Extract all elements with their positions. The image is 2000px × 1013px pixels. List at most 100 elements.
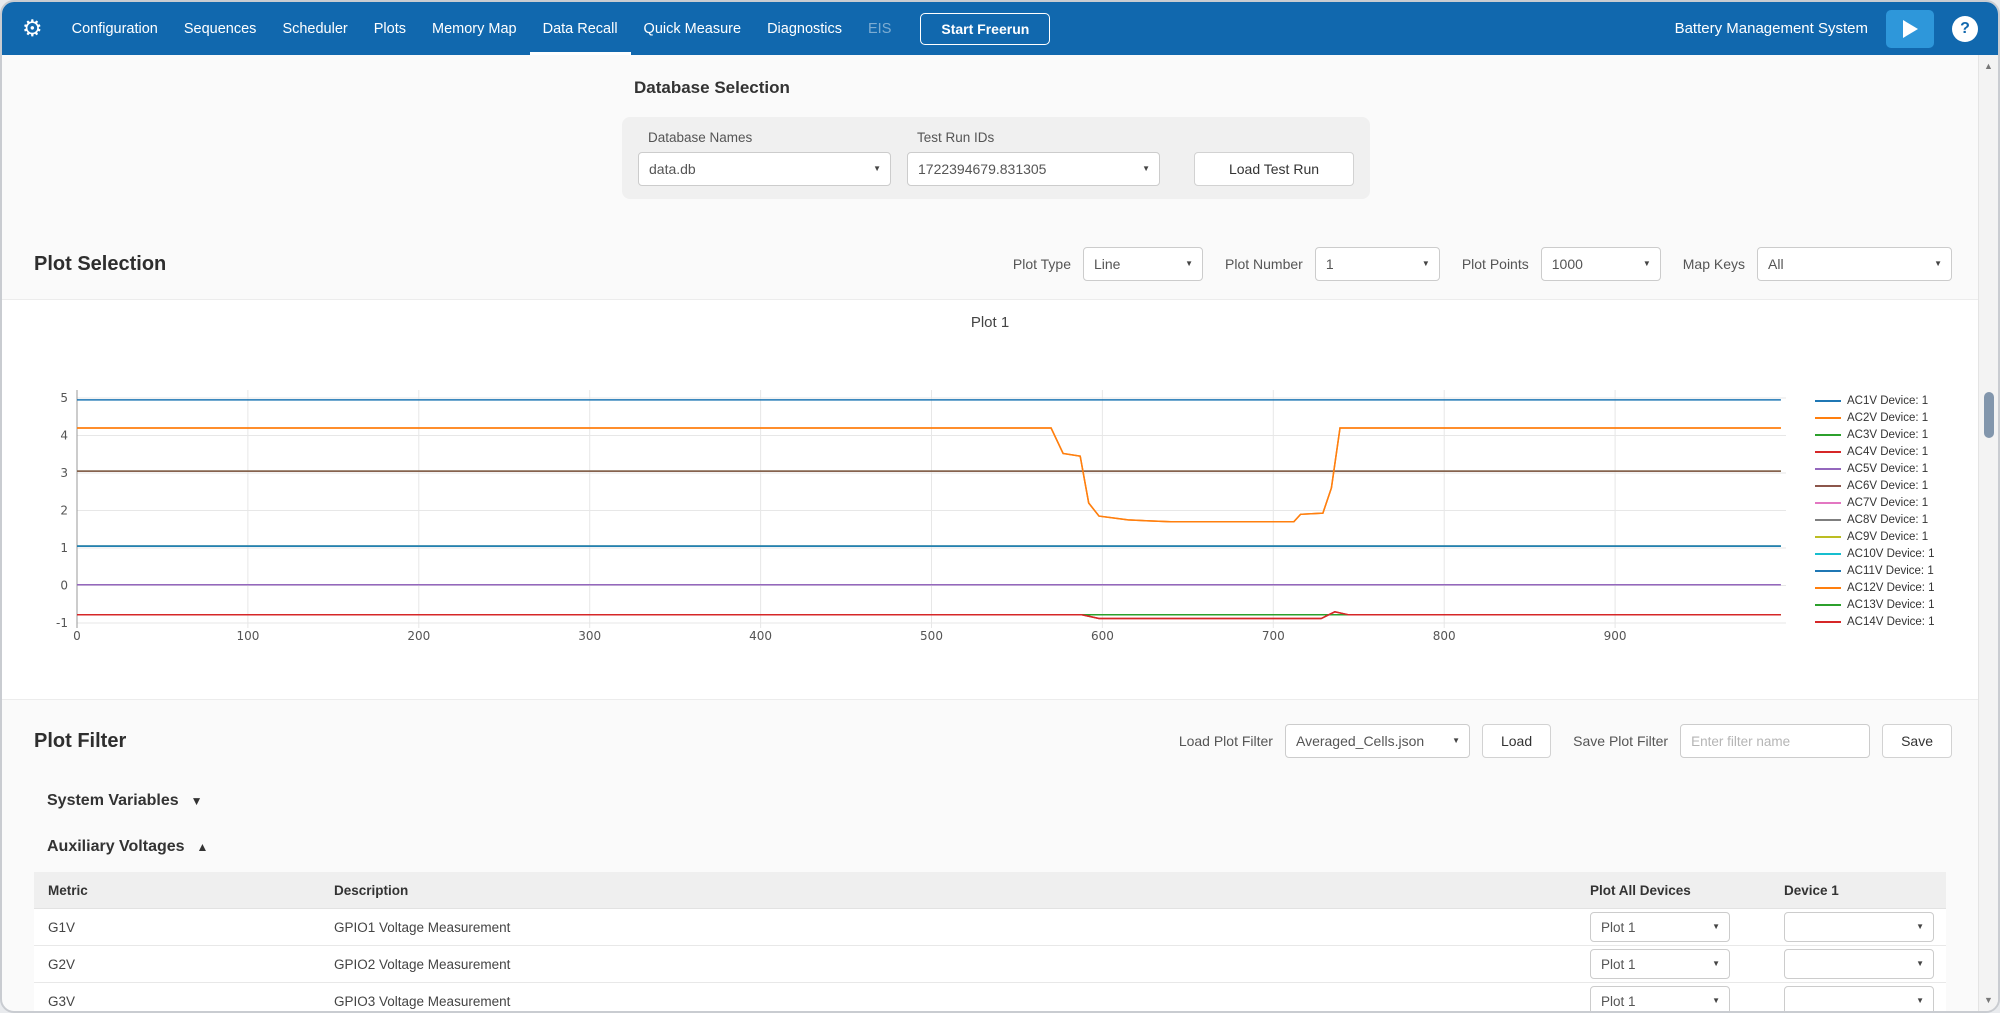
chevron-up-icon — [197, 841, 209, 853]
legend-item[interactable]: AC8V Device: 1 — [1815, 511, 1935, 528]
legend-label: AC8V Device: 1 — [1847, 514, 1928, 526]
legend-label: AC9V Device: 1 — [1847, 531, 1928, 543]
chevron-down-icon — [1422, 260, 1430, 268]
save-plot-filter-button[interactable]: Save — [1882, 724, 1952, 758]
plot-selection-bar: Plot Selection Plot Type Line Plot Numbe… — [2, 223, 1978, 299]
run-button[interactable] — [1886, 10, 1934, 48]
scrollbar-thumb[interactable] — [1984, 392, 1994, 438]
nav-item-diagnostics[interactable]: Diagnostics — [754, 2, 855, 55]
load-plot-filter-label: Load Plot Filter — [1179, 733, 1273, 749]
legend-color-line — [1815, 553, 1841, 555]
svg-text:500: 500 — [920, 629, 943, 643]
scroll-down-arrow[interactable] — [1979, 992, 1998, 1008]
svg-text:400: 400 — [749, 629, 772, 643]
legend-label: AC11V Device: 1 — [1847, 565, 1934, 577]
nav-item-plots[interactable]: Plots — [361, 2, 419, 55]
nav-item-configuration[interactable]: Configuration — [59, 2, 171, 55]
gear-icon[interactable] — [22, 17, 43, 40]
plot-type-select[interactable]: Line — [1083, 247, 1203, 281]
top-nav: Configuration Sequences Scheduler Plots … — [2, 2, 1998, 55]
svg-text:900: 900 — [1604, 629, 1627, 643]
plot-filter-bar: Plot Filter Load Plot Filter Averaged_Ce… — [2, 700, 1978, 774]
legend-label: AC14V Device: 1 — [1847, 616, 1935, 628]
nav-item-scheduler[interactable]: Scheduler — [269, 2, 360, 55]
plot-number-label: Plot Number — [1225, 256, 1303, 272]
plot-selection-title: Plot Selection — [34, 253, 166, 276]
test-run-ids-select[interactable]: 1722394679.831305 — [907, 152, 1160, 186]
scroll-up-arrow[interactable] — [1979, 58, 1998, 74]
table-row: G1V GPIO1 Voltage Measurement Plot 1 — [34, 909, 1946, 946]
legend-label: AC5V Device: 1 — [1847, 463, 1928, 475]
description-cell: GPIO1 Voltage Measurement — [320, 920, 1576, 935]
plot-all-devices-value: Plot 1 — [1601, 994, 1636, 1009]
legend-item[interactable]: AC1V Device: 1 — [1815, 392, 1935, 409]
plot-all-devices-value: Plot 1 — [1601, 920, 1636, 935]
device-1-select[interactable] — [1784, 986, 1934, 1011]
device-1-cell — [1770, 949, 1946, 979]
legend-color-line — [1815, 468, 1841, 470]
chevron-down-icon — [1452, 737, 1460, 745]
legend-item[interactable]: AC5V Device: 1 — [1815, 460, 1935, 477]
svg-text:0: 0 — [60, 579, 68, 593]
device-1-select[interactable] — [1784, 949, 1934, 979]
legend-color-line — [1815, 536, 1841, 538]
vertical-scrollbar[interactable] — [1978, 55, 1998, 1011]
description-cell: GPIO2 Voltage Measurement — [320, 957, 1576, 972]
load-plot-filter-value: Averaged_Cells.json — [1296, 733, 1424, 749]
database-names-select[interactable]: data.db — [638, 152, 891, 186]
plot-all-devices-cell: Plot 1 — [1576, 912, 1770, 942]
svg-text:4: 4 — [60, 429, 68, 443]
device-1-select[interactable] — [1784, 912, 1934, 942]
plot-points-select[interactable]: 1000 — [1541, 247, 1661, 281]
legend-item[interactable]: AC13V Device: 1 — [1815, 596, 1935, 613]
legend-item[interactable]: AC12V Device: 1 — [1815, 579, 1935, 596]
nav-item-quick-measure[interactable]: Quick Measure — [631, 2, 755, 55]
legend-item[interactable]: AC4V Device: 1 — [1815, 443, 1935, 460]
map-keys-label: Map Keys — [1683, 256, 1745, 272]
database-names-group: Database Names data.db — [638, 130, 891, 186]
database-names-value: data.db — [649, 161, 696, 177]
legend-item[interactable]: AC11V Device: 1 — [1815, 562, 1935, 579]
header-plot-all-devices: Plot All Devices — [1576, 883, 1770, 898]
plot-all-devices-select[interactable]: Plot 1 — [1590, 949, 1730, 979]
database-selection-title: Database Selection — [634, 75, 1978, 101]
map-keys-select[interactable]: All — [1757, 247, 1952, 281]
table-header-row: Metric Description Plot All Devices Devi… — [34, 872, 1946, 909]
plot-all-devices-select[interactable]: Plot 1 — [1590, 986, 1730, 1011]
map-keys-value: All — [1768, 256, 1784, 272]
plot-number-select[interactable]: 1 — [1315, 247, 1440, 281]
nav-item-data-recall[interactable]: Data Recall — [530, 2, 631, 55]
legend-item[interactable]: AC6V Device: 1 — [1815, 477, 1935, 494]
nav-item-eis[interactable]: EIS — [855, 2, 904, 55]
legend-item[interactable]: AC10V Device: 1 — [1815, 545, 1935, 562]
chevron-down-icon — [191, 795, 203, 807]
auxiliary-voltages-toggle[interactable]: Auxiliary Voltages — [47, 832, 1978, 862]
nav-item-memory-map[interactable]: Memory Map — [419, 2, 530, 55]
plot-filter-title: Plot Filter — [34, 730, 126, 753]
svg-text:700: 700 — [1262, 629, 1285, 643]
system-variables-toggle[interactable]: System Variables — [47, 784, 1978, 818]
load-plot-filter-select[interactable]: Averaged_Cells.json — [1285, 724, 1470, 758]
legend-item[interactable]: AC14V Device: 1 — [1815, 613, 1935, 630]
legend-item[interactable]: AC9V Device: 1 — [1815, 528, 1935, 545]
svg-text:5: 5 — [60, 391, 68, 405]
chart-legend: AC1V Device: 1AC2V Device: 1AC3V Device:… — [1815, 392, 1935, 630]
chevron-down-icon — [1916, 960, 1924, 968]
auxiliary-voltages-table: Metric Description Plot All Devices Devi… — [34, 872, 1946, 1011]
legend-item[interactable]: AC2V Device: 1 — [1815, 409, 1935, 426]
metric-cell: G1V — [34, 920, 320, 935]
load-test-run-button[interactable]: Load Test Run — [1194, 152, 1354, 186]
legend-item[interactable]: AC3V Device: 1 — [1815, 426, 1935, 443]
nav-item-sequences[interactable]: Sequences — [171, 2, 270, 55]
help-icon[interactable] — [1952, 16, 1978, 42]
load-plot-filter-button[interactable]: Load — [1482, 724, 1551, 758]
legend-color-line — [1815, 604, 1841, 606]
save-plot-filter-input[interactable] — [1680, 724, 1870, 758]
start-freerun-button[interactable]: Start Freerun — [920, 13, 1050, 45]
plot-filter-controls: Load Plot Filter Averaged_Cells.json Loa… — [1169, 724, 1952, 758]
legend-label: AC6V Device: 1 — [1847, 480, 1928, 492]
test-run-ids-value: 1722394679.831305 — [918, 161, 1046, 177]
plot-all-devices-select[interactable]: Plot 1 — [1590, 912, 1730, 942]
legend-item[interactable]: AC7V Device: 1 — [1815, 494, 1935, 511]
test-run-ids-label: Test Run IDs — [917, 130, 1160, 145]
